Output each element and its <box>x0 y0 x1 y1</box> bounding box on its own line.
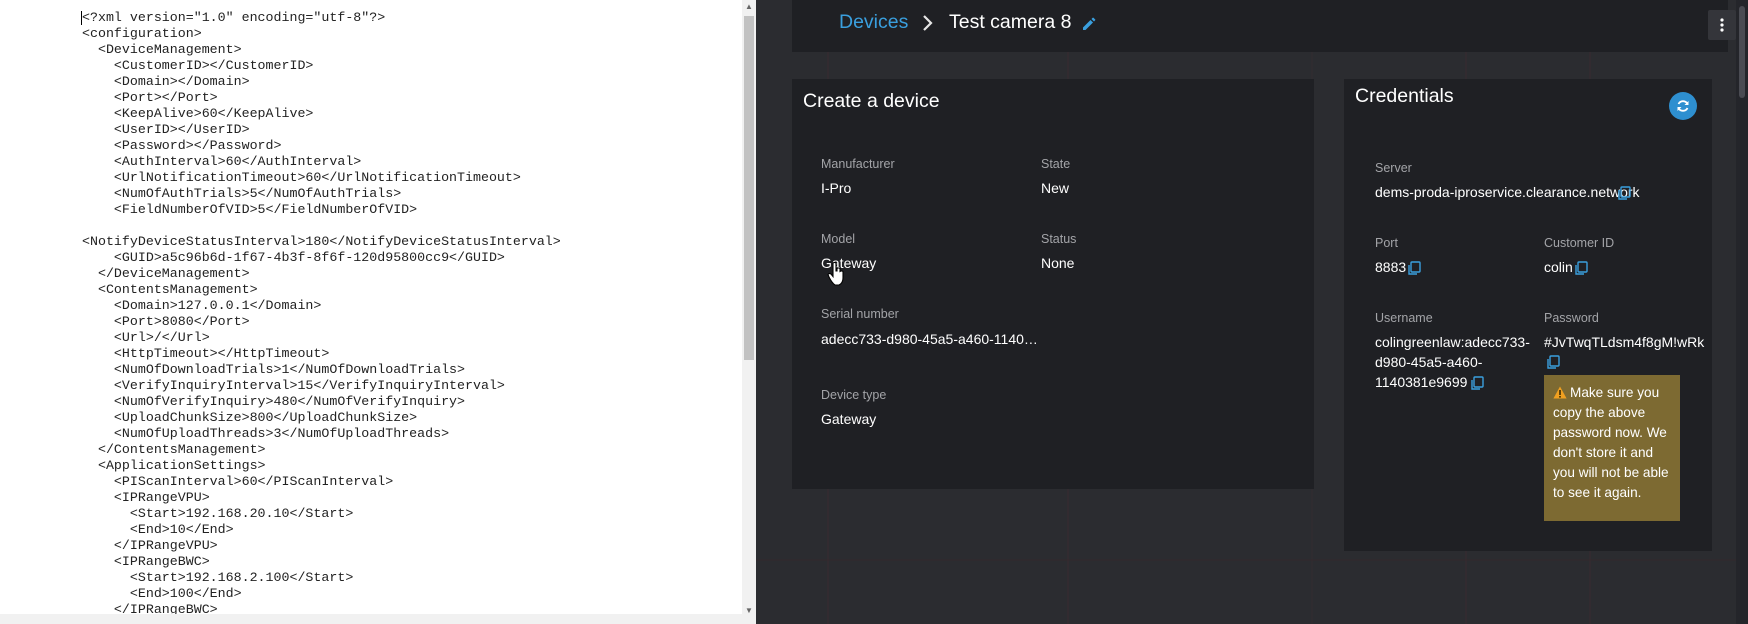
copy-icon[interactable] <box>1546 355 1560 369</box>
password-label: Password <box>1544 311 1599 325</box>
app-scroll-thumb[interactable] <box>1739 6 1745 98</box>
page-title: Test camera 8 <box>949 11 1072 33</box>
code-line[interactable]: </IPRangeVPU> <box>82 538 561 554</box>
port-value: 8883 <box>1375 259 1407 275</box>
server-label: Server <box>1375 161 1412 175</box>
credentials-card: Credentials Server dems-proda-iproservic… <box>1344 79 1712 551</box>
username-value-line3: 1140381e9699 <box>1375 374 1468 390</box>
code-line[interactable]: <NotifyDeviceStatusInterval>180</NotifyD… <box>82 234 561 250</box>
card-title: Credentials <box>1355 85 1454 107</box>
more-menu-button[interactable] <box>1708 10 1736 40</box>
copy-icon[interactable] <box>1574 261 1588 275</box>
username-value-line1: colingreenlaw:adecc733- <box>1375 334 1530 350</box>
state-value: New <box>1041 180 1070 196</box>
port-label: Port <box>1375 236 1398 250</box>
copy-icon[interactable] <box>1470 376 1484 390</box>
code-line[interactable]: <NumOfVerifyInquiry>480</NumOfVerifyInqu… <box>82 394 561 410</box>
state-label: State <box>1041 157 1071 171</box>
code-line[interactable]: <UrlNotificationTimeout>60</UrlNotificat… <box>82 170 561 186</box>
app-vertical-scrollbar[interactable] <box>1736 0 1748 624</box>
code-line[interactable]: <ContentsManagement> <box>82 282 561 298</box>
code-line[interactable]: <Port>8080</Port> <box>82 314 561 330</box>
status-value: None <box>1041 255 1075 271</box>
customer-id-label: Customer ID <box>1544 236 1615 250</box>
manufacturer-value: I-Pro <box>821 180 852 196</box>
code-line[interactable]: <Start>192.168.2.100</Start> <box>82 570 561 586</box>
manufacturer-label: Manufacturer <box>821 157 895 171</box>
mouse-cursor-icon <box>827 262 844 286</box>
device-type-label: Device type <box>821 388 887 402</box>
code-line[interactable]: </ContentsManagement> <box>82 442 561 458</box>
pencil-icon[interactable] <box>1081 16 1097 32</box>
code-line[interactable]: <NumOfDownloadTrials>1</NumOfDownloadTri… <box>82 362 561 378</box>
code-line[interactable]: <AuthInterval>60</AuthInterval> <box>82 154 561 170</box>
code-line[interactable]: <UploadChunkSize>800</UploadChunkSize> <box>82 410 561 426</box>
code-line[interactable]: <UserID></UserID> <box>82 122 561 138</box>
model-label: Model <box>821 232 856 246</box>
warning-icon <box>1553 386 1567 399</box>
xml-editor[interactable]: <?xml version="1.0" encoding="utf-8"?> <c… <box>0 0 756 624</box>
more-vertical-icon <box>1720 18 1724 32</box>
scroll-down-icon[interactable]: ▼ <box>742 604 756 618</box>
code-line[interactable]: <Domain></Domain> <box>82 74 561 90</box>
code-line[interactable]: <VerifyInquiryInterval>15</VerifyInquiry… <box>82 378 561 394</box>
editor-horizontal-scrollbar[interactable] <box>0 614 742 624</box>
code-line[interactable]: <KeepAlive>60</KeepAlive> <box>82 106 561 122</box>
warning-text: Make sure you copy the above password no… <box>1553 385 1669 500</box>
create-device-card: Create a device Manufacturer I-Pro State… <box>792 79 1314 489</box>
editor-scroll-thumb[interactable] <box>744 16 754 360</box>
serial-number-value: adecc733-d980-45a5-a460-1140… <box>821 331 1038 347</box>
code-line[interactable]: <Start>192.168.20.10</Start> <box>82 506 561 522</box>
code-line[interactable]: <End>10</End> <box>82 522 561 538</box>
code-line[interactable]: <configuration> <box>82 26 561 42</box>
copy-icon[interactable] <box>1407 261 1421 275</box>
code-line[interactable]: </DeviceManagement> <box>82 266 561 282</box>
code-line[interactable]: <IPRangeVPU> <box>82 490 561 506</box>
device-app: Devices Test camera 8 Create a device Ma… <box>756 0 1748 624</box>
code-line[interactable]: <PIScanInterval>60</PIScanInterval> <box>82 474 561 490</box>
editor-vertical-scrollbar[interactable]: ▲ ▼ <box>742 0 756 624</box>
code-line[interactable]: <NumOfAuthTrials>5</NumOfAuthTrials> <box>82 186 561 202</box>
code-line[interactable]: <ApplicationSettings> <box>82 458 561 474</box>
status-label: Status <box>1041 232 1077 246</box>
username-label: Username <box>1375 311 1433 325</box>
code-line[interactable]: <FieldNumberOfVID>5</FieldNumberOfVID> <box>82 202 561 218</box>
code-line[interactable]: <HttpTimeout></HttpTimeout> <box>82 346 561 362</box>
device-type-value: Gateway <box>821 411 877 427</box>
card-title: Create a device <box>803 90 940 112</box>
code-line[interactable]: <Url>/</Url> <box>82 330 561 346</box>
code-line[interactable] <box>82 218 561 234</box>
copy-icon[interactable] <box>1617 186 1631 200</box>
code-line[interactable]: <GUID>a5c96b6d-1f67-4b3f-8f6f-120d95800c… <box>82 250 561 266</box>
server-value: dems-proda-iproservice.clearance.network <box>1375 184 1640 200</box>
customer-id-value: colin <box>1544 259 1573 275</box>
scroll-up-icon[interactable]: ▲ <box>742 0 756 14</box>
top-bar: Devices Test camera 8 <box>792 0 1736 52</box>
password-warning-box: Make sure you copy the above password no… <box>1544 375 1680 521</box>
password-value: #JvTwqTLdsm4f8gM!wRk <box>1544 334 1705 350</box>
code-line[interactable]: <DeviceManagement> <box>82 42 561 58</box>
refresh-icon <box>1677 100 1689 112</box>
serial-number-label: Serial number <box>821 307 899 321</box>
refresh-credentials-button[interactable] <box>1669 92 1697 120</box>
xml-code[interactable]: <?xml version="1.0" encoding="utf-8"?> <c… <box>82 10 561 618</box>
code-line[interactable]: <End>100</End> <box>82 586 561 602</box>
code-line[interactable]: <NumOfUploadThreads>3</NumOfUploadThread… <box>82 426 561 442</box>
code-line[interactable]: <Domain>127.0.0.1</Domain> <box>82 298 561 314</box>
chevron-right-icon <box>923 15 933 31</box>
code-line[interactable]: <?xml version="1.0" encoding="utf-8"?> <box>82 10 561 26</box>
code-line[interactable]: <Port></Port> <box>82 90 561 106</box>
breadcrumb-devices-link[interactable]: Devices <box>839 11 908 34</box>
code-line[interactable]: <CustomerID></CustomerID> <box>82 58 561 74</box>
username-value-line2: d980-45a5-a460- <box>1375 354 1483 370</box>
code-line[interactable]: <IPRangeBWC> <box>82 554 561 570</box>
text-caret <box>81 11 82 25</box>
code-line[interactable]: <Password></Password> <box>82 138 561 154</box>
